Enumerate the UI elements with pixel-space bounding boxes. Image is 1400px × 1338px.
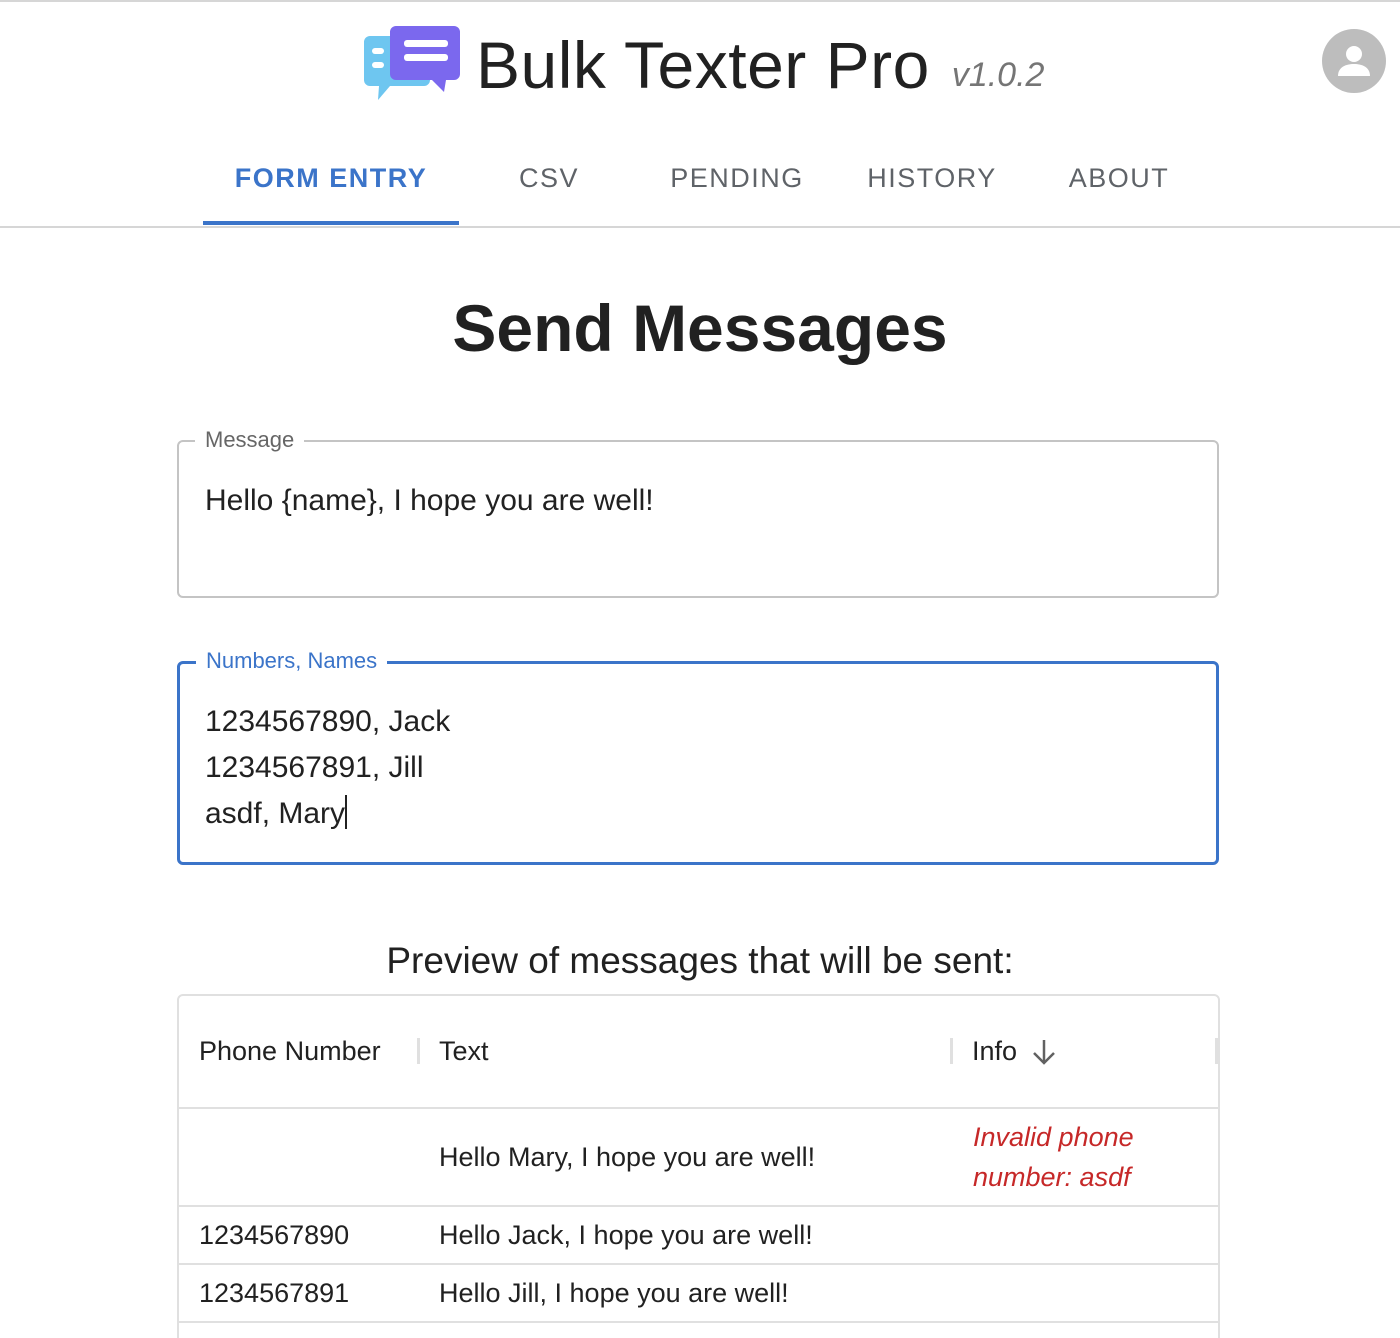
table-row[interactable]: 1234567891 Hello Jill, I hope you are we… (179, 1265, 1218, 1323)
tab-bar: FORM ENTRY CSV PENDING HISTORY ABOUT (0, 130, 1400, 228)
app-version: v1.0.2 (951, 56, 1045, 94)
cell-text: Hello Jack, I hope you are well! (439, 1219, 813, 1250)
cell-text: Hello Jill, I hope you are well! (439, 1277, 789, 1308)
preview-table: Phone Number Text Info Hello Mary, I hop… (177, 994, 1220, 1338)
message-field-label: Message (195, 427, 305, 453)
column-separator[interactable] (950, 1038, 953, 1064)
brand: Bulk Texter Pro v1.0.2 (362, 22, 1044, 108)
table-header: Phone Number Text Info (179, 996, 1218, 1109)
table-row[interactable]: Hello Mary, I hope you are well! Invalid… (179, 1109, 1218, 1207)
tab-about[interactable]: ABOUT (1029, 130, 1209, 226)
column-header-info-label: Info (972, 1036, 1018, 1066)
tab-form-entry[interactable]: FORM ENTRY (203, 130, 459, 226)
numbers-names-field-label: Numbers, Names (196, 648, 388, 674)
numbers-names-value: 1234567890, Jack 1234567891, Jill asdf, … (205, 705, 451, 830)
text-caret (345, 795, 348, 829)
tab-csv[interactable]: CSV (459, 130, 639, 226)
cell-text: Hello Mary, I hope you are well! (439, 1141, 816, 1172)
chat-bubbles-icon (362, 22, 462, 108)
app-title: Bulk Texter Pro (476, 28, 930, 102)
preview-title: Preview of messages that will be sent: (386, 940, 1014, 981)
cell-phone: 1234567890 (199, 1219, 350, 1250)
column-header-text[interactable]: Text (439, 996, 489, 1107)
active-tab-indicator (203, 221, 459, 225)
message-input[interactable]: Hello {name}, I hope you are well! (205, 478, 654, 524)
tab-history[interactable]: HISTORY (835, 130, 1029, 226)
column-separator[interactable] (1215, 1038, 1218, 1064)
cell-phone: 1234567891 (199, 1277, 350, 1308)
app-header: Bulk Texter Pro v1.0.2 (0, 0, 1400, 130)
numbers-names-field[interactable]: Numbers, Names 1234567890, Jack 12345678… (177, 648, 1219, 865)
column-header-info[interactable]: Info (972, 996, 1057, 1107)
account-circle-icon (1338, 46, 1370, 76)
column-header-phone[interactable]: Phone Number (199, 996, 381, 1107)
account-avatar-button[interactable] (1322, 29, 1386, 93)
page-title: Send Messages (452, 291, 948, 365)
cell-info-error: Invalid phone number: asdf (973, 1122, 1134, 1192)
arrow-down-icon[interactable] (1031, 1037, 1057, 1067)
tab-pending[interactable]: PENDING (639, 130, 835, 226)
column-separator[interactable] (417, 1038, 420, 1064)
numbers-names-input[interactable]: 1234567890, Jack 1234567891, Jill asdf, … (205, 699, 450, 837)
message-field[interactable]: Message Hello {name}, I hope you are wel… (177, 427, 1219, 598)
table-row[interactable]: 1234567890 Hello Jack, I hope you are we… (179, 1207, 1218, 1265)
